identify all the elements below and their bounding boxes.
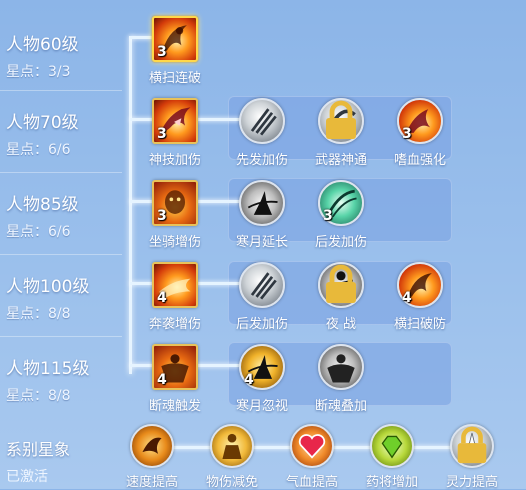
tier-level: 人物115级 bbox=[6, 359, 90, 379]
skill-late-strike-damage[interactable]: 3 后发加伤 bbox=[301, 180, 381, 250]
constellation-title: 系别星象 bbox=[6, 440, 71, 459]
constellation-hp-up[interactable]: 气血提高 bbox=[272, 424, 352, 490]
tier-stars: 星点：6/6 bbox=[6, 224, 71, 240]
heart-icon bbox=[290, 424, 334, 468]
constellation-spirit-up[interactable]: 灵力提高 bbox=[432, 424, 512, 490]
skill-level: 3 bbox=[157, 126, 167, 142]
tier-stars: 星点：8/8 bbox=[6, 388, 71, 404]
swift-slash-icon: 3 bbox=[318, 180, 364, 226]
skill-name: 断魂叠加 bbox=[314, 399, 367, 414]
skill-name: 坐骑增伤 bbox=[148, 235, 201, 250]
constellation-status: 已激活 bbox=[6, 469, 48, 485]
lock-icon bbox=[326, 264, 356, 303]
lock-icon bbox=[326, 100, 356, 139]
tier-divider bbox=[0, 336, 122, 337]
weapon-spin-icon bbox=[318, 98, 364, 144]
cold-moon-icon: 4 bbox=[239, 344, 285, 390]
skill-charge-damage[interactable]: 4 奔袭增伤 bbox=[135, 262, 215, 332]
cold-moon-icon bbox=[239, 180, 285, 226]
skill-name: 神技加伤 bbox=[148, 153, 201, 168]
skill-level: 4 bbox=[157, 290, 167, 306]
skill-name: 寒月延长 bbox=[235, 235, 288, 250]
tier-60-label: 人物60级 星点：3/3 bbox=[6, 30, 79, 81]
constellation-name: 灵力提高 bbox=[445, 475, 498, 490]
soul-stack-icon bbox=[318, 344, 364, 390]
skill-weapon-mastery[interactable]: 武器神通 bbox=[301, 98, 381, 168]
triple-blade-icon bbox=[239, 98, 285, 144]
tier-70-label: 人物70级 星点：6/6 bbox=[6, 108, 79, 159]
star-skill-tree: 人物60级 星点：3/3 人物70级 星点：6/6 人物85级 星点：6/6 人… bbox=[0, 0, 526, 420]
sweep-slash-icon: 3 bbox=[152, 16, 198, 62]
tier-divider bbox=[0, 90, 122, 91]
skill-name: 断魂触发 bbox=[148, 399, 201, 414]
constellation-physical-reduction[interactable]: 物伤减免 bbox=[192, 424, 272, 490]
tier-stars: 星点：3/3 bbox=[6, 64, 71, 80]
spirit-burst-icon bbox=[450, 424, 494, 468]
skill-divine-damage[interactable]: 3 神技加伤 bbox=[135, 98, 215, 168]
tier-stars: 星点：8/8 bbox=[6, 306, 71, 322]
constellation-potion-up[interactable]: 药将增加 bbox=[352, 424, 432, 490]
sweep-break-icon: 4 bbox=[397, 262, 443, 308]
skill-level: 3 bbox=[157, 44, 167, 60]
skill-night-battle[interactable]: 夜 战 bbox=[301, 262, 381, 332]
skill-name: 寒月忽视 bbox=[235, 399, 288, 414]
constellation-name: 气血提高 bbox=[285, 475, 338, 490]
skill-cold-moon-ignore[interactable]: 4 寒月忽视 bbox=[222, 344, 302, 414]
divine-claw-icon: 3 bbox=[152, 98, 198, 144]
skill-soul-break-trigger[interactable]: 4 断魂触发 bbox=[135, 344, 215, 414]
constellation-section: 系别星象 已激活 速度提高 物伤减免 气血提高 药将增加 灵力提高 bbox=[0, 420, 526, 490]
skill-name: 后发加伤 bbox=[235, 317, 288, 332]
skill-name: 夜 战 bbox=[325, 317, 357, 332]
speed-rune-icon bbox=[130, 424, 174, 468]
skill-level: 3 bbox=[402, 126, 412, 142]
tier-level: 人物85级 bbox=[6, 195, 79, 215]
skill-cold-moon-extend[interactable]: 寒月延长 bbox=[222, 180, 302, 250]
lock-icon bbox=[457, 426, 487, 464]
guard-figure-icon bbox=[210, 424, 254, 468]
skill-bloodthirst-boost[interactable]: 3 嗜血强化 bbox=[380, 98, 460, 168]
mount-beast-icon: 3 bbox=[152, 180, 198, 226]
skill-level: 4 bbox=[244, 372, 254, 388]
skill-level: 3 bbox=[157, 208, 167, 224]
tier-85-label: 人物85级 星点：6/6 bbox=[6, 190, 79, 241]
skill-level: 3 bbox=[323, 208, 333, 224]
tier-divider bbox=[0, 172, 122, 173]
skill-name: 奔袭增伤 bbox=[148, 317, 201, 332]
constellation-name: 药将增加 bbox=[365, 475, 418, 490]
skill-name: 嗜血强化 bbox=[393, 153, 446, 168]
skill-first-strike-damage[interactable]: 先发加伤 bbox=[222, 98, 302, 168]
tree-trunk-line bbox=[129, 36, 132, 374]
soul-burst-icon: 4 bbox=[152, 344, 198, 390]
skill-level: 4 bbox=[402, 290, 412, 306]
skill-name: 后发加伤 bbox=[314, 235, 367, 250]
skill-name: 横扫连破 bbox=[148, 71, 201, 86]
night-warrior-icon bbox=[318, 262, 364, 308]
tier-level: 人物100级 bbox=[6, 277, 90, 297]
tier-115-label: 人物115级 星点：8/8 bbox=[6, 354, 89, 405]
skill-name: 武器神通 bbox=[314, 153, 367, 168]
tier-stars: 星点：6/6 bbox=[6, 142, 71, 158]
constellation-name: 物伤减免 bbox=[205, 475, 258, 490]
skill-sweep-slash[interactable]: 3 横扫连破 bbox=[135, 16, 215, 86]
constellation-name: 速度提高 bbox=[125, 475, 178, 490]
skill-soul-break-stack[interactable]: 断魂叠加 bbox=[301, 344, 381, 414]
bloodthirst-claw-icon: 3 bbox=[397, 98, 443, 144]
tier-level: 人物60级 bbox=[6, 35, 79, 55]
skill-name: 横扫破防 bbox=[393, 317, 446, 332]
skill-level: 4 bbox=[157, 372, 167, 388]
tier-level: 人物70级 bbox=[6, 113, 79, 133]
tier-divider bbox=[0, 254, 122, 255]
skill-name: 先发加伤 bbox=[235, 153, 288, 168]
triple-blade-icon bbox=[239, 262, 285, 308]
skill-sweep-break[interactable]: 4 横扫破防 bbox=[380, 262, 460, 332]
constellation-label: 系别星象 已激活 bbox=[6, 436, 70, 486]
tier-100-label: 人物100级 星点：8/8 bbox=[6, 272, 89, 323]
gem-icon bbox=[370, 424, 414, 468]
charge-flame-icon: 4 bbox=[152, 262, 198, 308]
constellation-speed-up[interactable]: 速度提高 bbox=[112, 424, 192, 490]
skill-late-strike-damage-2[interactable]: 后发加伤 bbox=[222, 262, 302, 332]
skill-mount-damage[interactable]: 3 坐骑增伤 bbox=[135, 180, 215, 250]
